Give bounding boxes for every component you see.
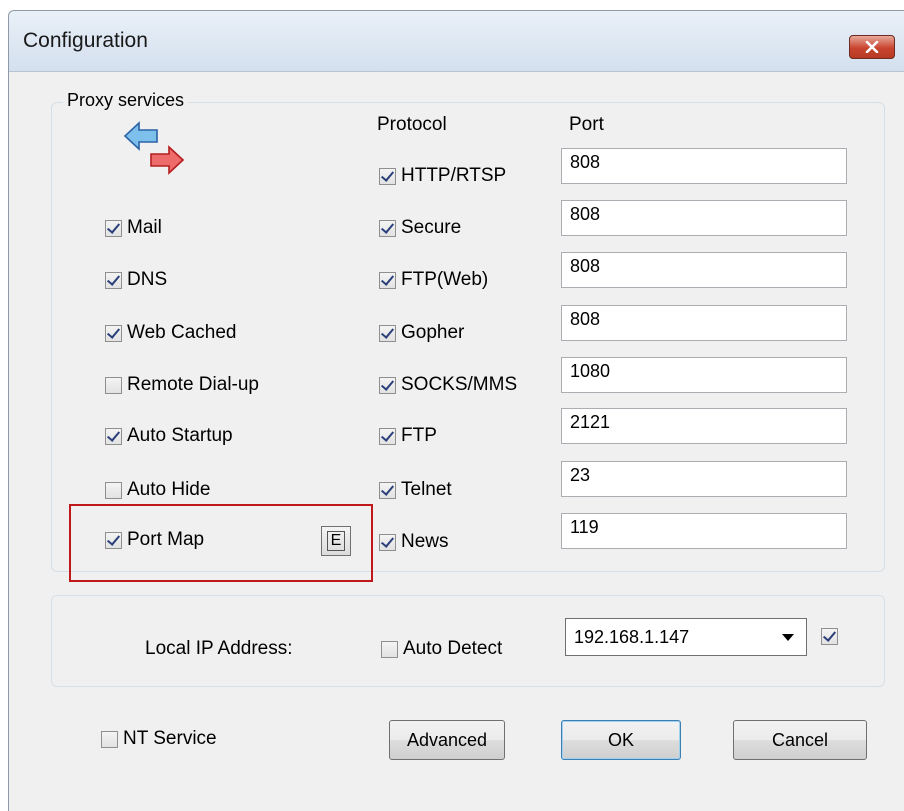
service-web-cached-checkbox[interactable]: Web Cached [105, 322, 237, 344]
ip-address-value: 192.168.1.147 [574, 626, 690, 647]
port-ftp-field[interactable]: 2121 [561, 408, 847, 444]
ip-enable-checkbox[interactable] [821, 628, 843, 645]
checkbox-box [105, 531, 122, 549]
service-label: Mail [127, 217, 162, 238]
protocol-label: Telnet [401, 479, 452, 500]
nt-service-label: NT Service [123, 728, 217, 749]
checkbox-box [105, 271, 122, 289]
protocol-label: News [401, 531, 449, 552]
port-http-rtsp-field[interactable]: 808 [561, 148, 847, 184]
dialog-body: Proxy services Protocol Port Mail DNS We… [9, 72, 904, 811]
bidirectional-arrows-icon [123, 121, 185, 175]
checkbox-box [105, 219, 122, 237]
protocol-label: SOCKS/MMS [401, 374, 518, 395]
port-map-edit-label: E [326, 531, 346, 551]
checkbox-box [105, 427, 122, 445]
checkbox-box [379, 427, 396, 445]
protocol-ftp-checkbox[interactable]: FTP [379, 425, 437, 447]
checkbox-box [379, 219, 396, 237]
proxy-services-label: Proxy services [63, 90, 189, 111]
checkbox-box [379, 271, 396, 289]
checkbox-box [821, 628, 838, 645]
protocol-telnet-checkbox[interactable]: Telnet [379, 479, 452, 501]
port-telnet-field[interactable]: 23 [561, 461, 847, 497]
local-ip-label: Local IP Address: [145, 638, 293, 659]
checkbox-box [379, 481, 396, 499]
nt-service-checkbox[interactable]: NT Service [101, 728, 217, 750]
protocol-header: Protocol [377, 114, 447, 135]
service-label: Port Map [127, 529, 205, 550]
cancel-button[interactable]: Cancel [733, 720, 867, 760]
auto-detect-checkbox[interactable]: Auto Detect [381, 638, 502, 660]
window-title: Configuration [23, 29, 148, 52]
advanced-button[interactable]: Advanced [389, 720, 505, 760]
port-secure-field[interactable]: 808 [561, 200, 847, 236]
protocol-label: FTP(Web) [401, 269, 489, 290]
service-dns-checkbox[interactable]: DNS [105, 269, 167, 291]
service-auto-hide-checkbox[interactable]: Auto Hide [105, 479, 210, 501]
checkbox-box [381, 640, 398, 658]
service-label: Remote Dial-up [127, 374, 259, 395]
port-news-field[interactable]: 119 [561, 513, 847, 549]
ip-address-select[interactable]: 192.168.1.147 [565, 618, 807, 656]
protocol-label: FTP [401, 425, 437, 446]
protocol-label: Secure [401, 217, 462, 238]
checkbox-box [379, 324, 396, 342]
checkbox-box [105, 481, 122, 499]
service-auto-startup-checkbox[interactable]: Auto Startup [105, 425, 233, 447]
service-mail-checkbox[interactable]: Mail [105, 217, 162, 239]
checkbox-box [105, 324, 122, 342]
protocol-secure-checkbox[interactable]: Secure [379, 217, 461, 239]
protocol-news-checkbox[interactable]: News [379, 531, 449, 553]
protocol-label: HTTP/RTSP [401, 165, 507, 186]
port-map-edit-button[interactable]: E [321, 526, 351, 556]
service-remote-dialup-checkbox[interactable]: Remote Dial-up [105, 374, 259, 396]
ok-button[interactable]: OK [561, 720, 681, 760]
configuration-window: Configuration Proxy services Protocol Po… [8, 10, 904, 811]
service-label: DNS [127, 269, 168, 290]
checkbox-box [379, 533, 396, 551]
protocol-gopher-checkbox[interactable]: Gopher [379, 322, 464, 344]
service-port-map-checkbox[interactable]: Port Map [105, 529, 204, 551]
service-label: Auto Hide [127, 479, 211, 500]
chevron-down-icon [782, 634, 794, 641]
checkbox-box [379, 376, 396, 394]
protocol-ftp-web-checkbox[interactable]: FTP(Web) [379, 269, 488, 291]
checkbox-box [379, 167, 396, 185]
checkbox-box [101, 730, 118, 748]
port-socks-mms-field[interactable]: 1080 [561, 357, 847, 393]
close-button[interactable] [849, 35, 895, 59]
checkbox-box [105, 376, 122, 394]
service-label: Web Cached [127, 322, 237, 343]
title-bar[interactable]: Configuration [9, 11, 904, 72]
close-icon [865, 41, 879, 53]
protocol-socks-mms-checkbox[interactable]: SOCKS/MMS [379, 374, 517, 396]
protocol-label: Gopher [401, 322, 465, 343]
protocol-http-rtsp-checkbox[interactable]: HTTP/RTSP [379, 165, 506, 187]
port-ftp-web-field[interactable]: 808 [561, 252, 847, 288]
service-label: Auto Startup [127, 425, 233, 446]
port-header: Port [569, 114, 604, 135]
auto-detect-label: Auto Detect [403, 638, 503, 659]
port-gopher-field[interactable]: 808 [561, 305, 847, 341]
